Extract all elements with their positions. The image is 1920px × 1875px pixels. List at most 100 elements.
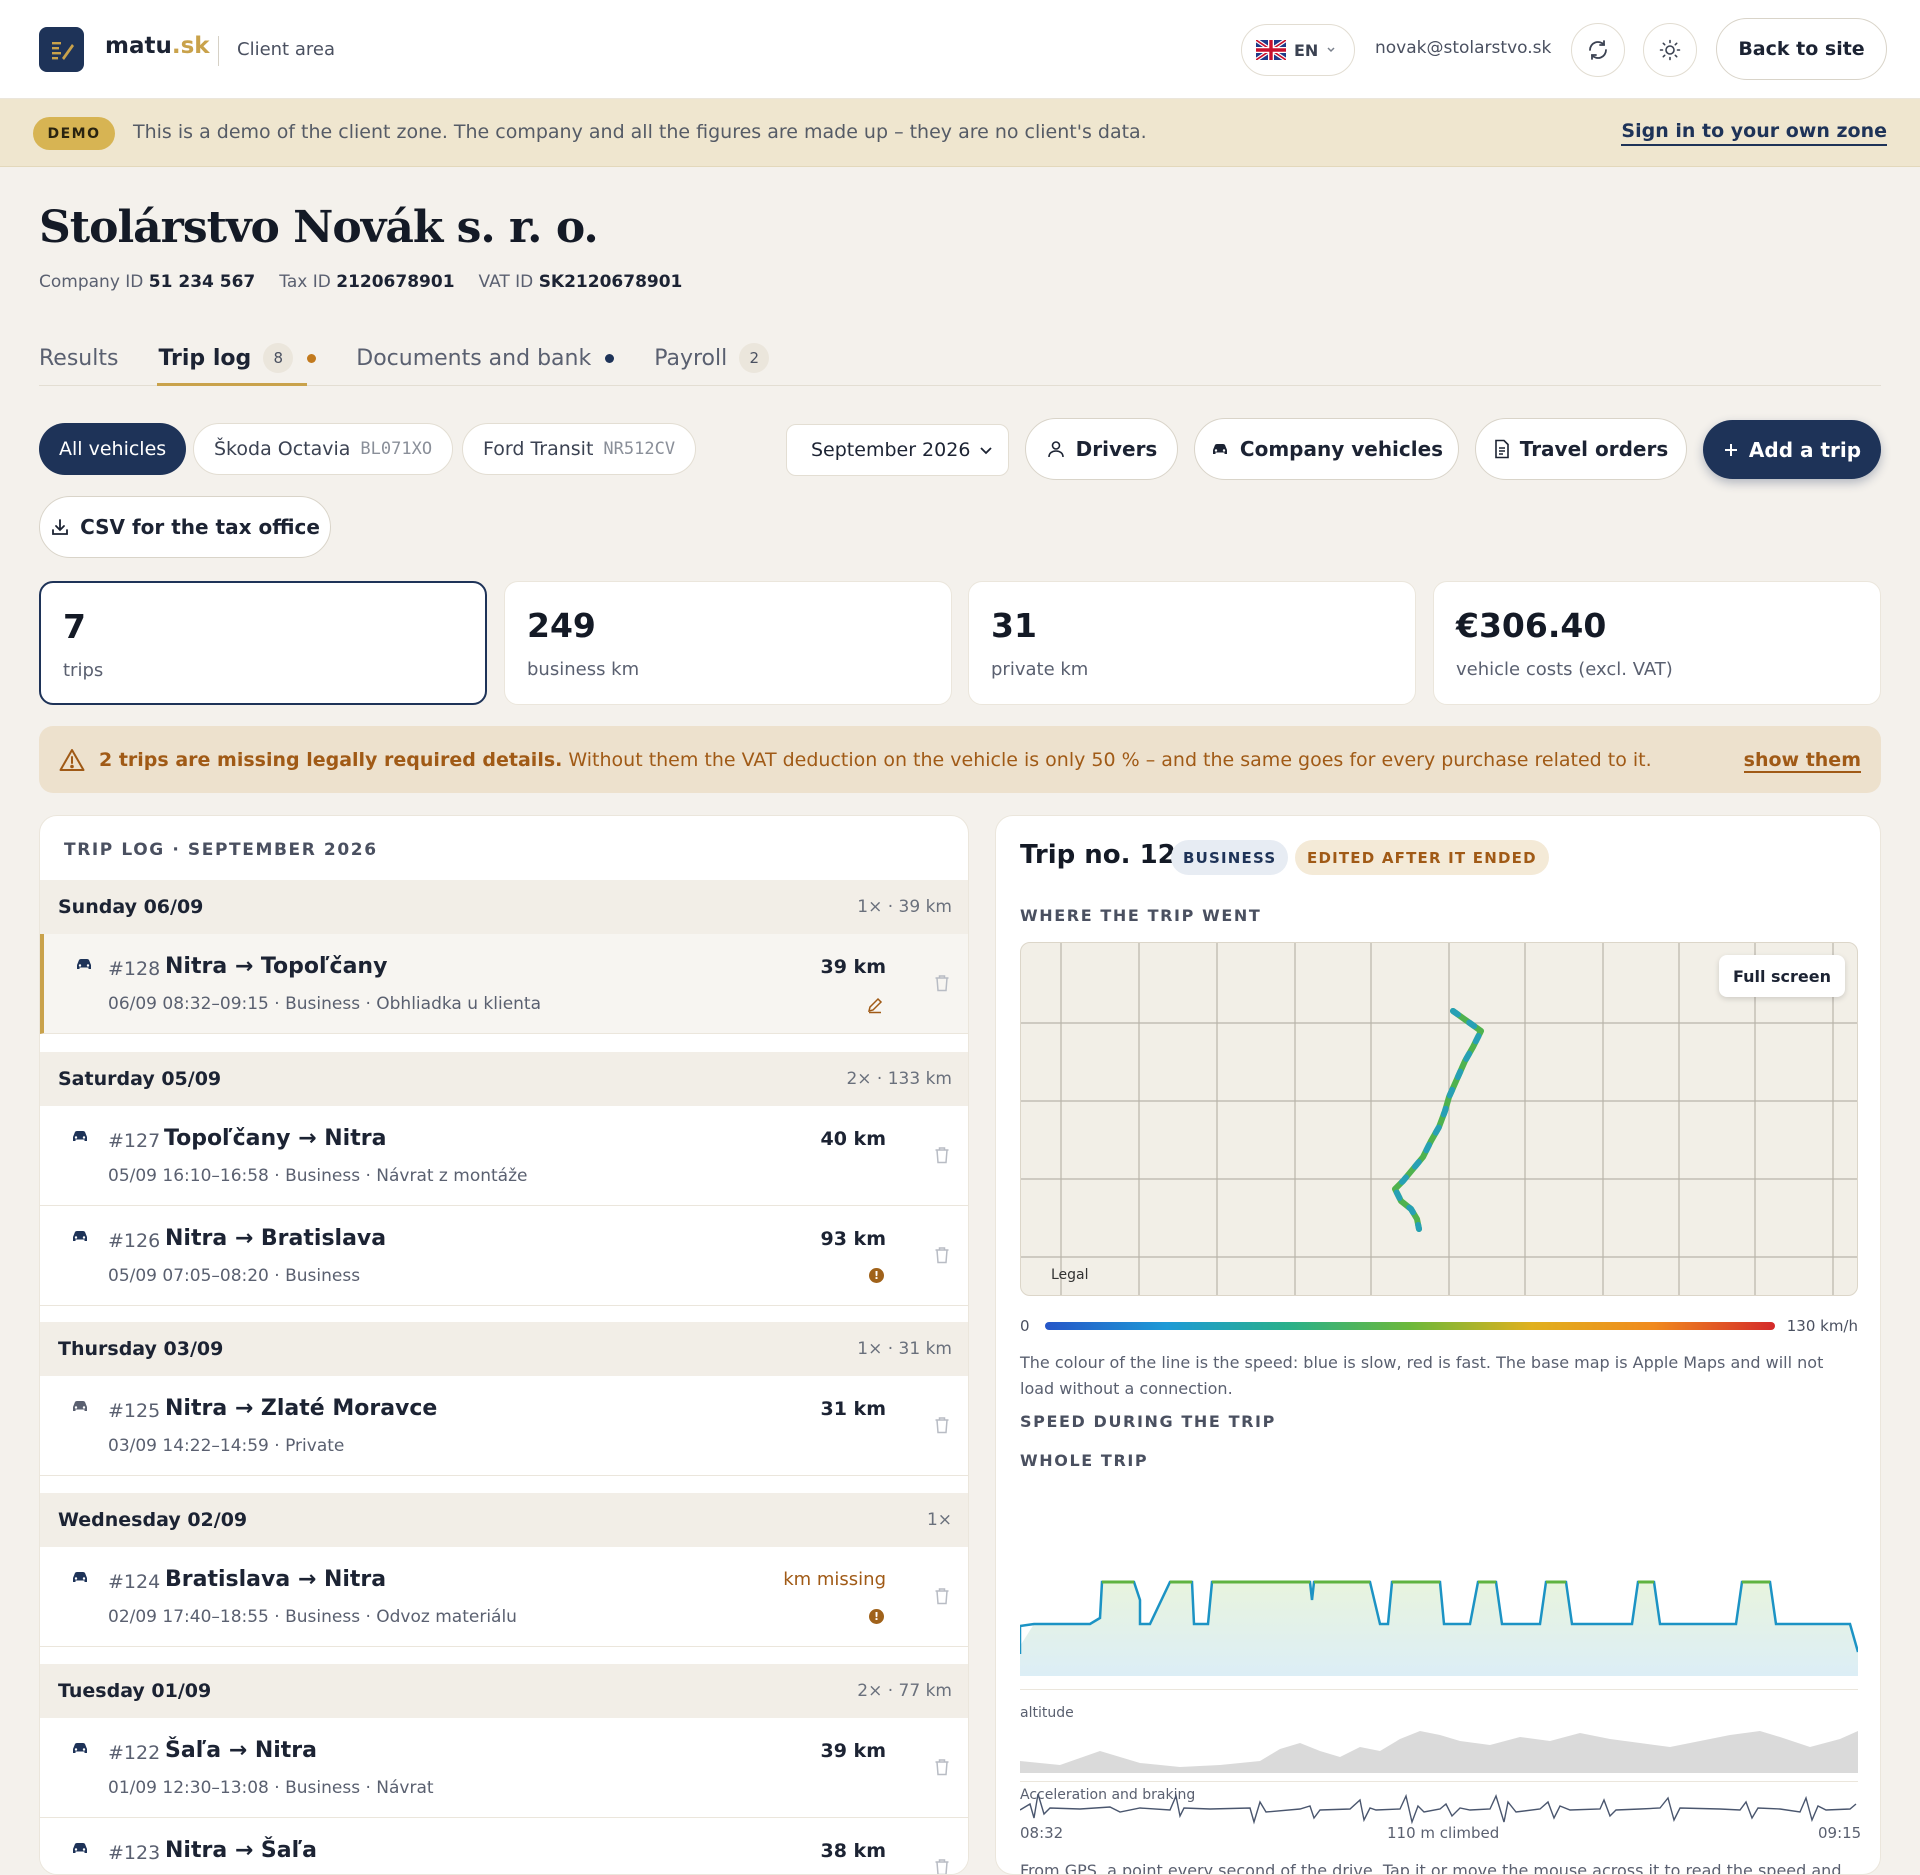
travel-orders-button[interactable]: Travel orders — [1475, 418, 1687, 480]
trash-icon[interactable] — [934, 974, 950, 992]
trip-row[interactable]: #124 Bratislava → Nitra 02/09 17:40–18:5… — [40, 1547, 968, 1647]
back-to-site-button[interactable]: Back to site — [1716, 18, 1887, 80]
trip-row[interactable]: #125 Nitra → Zlaté Moravce 03/09 14:22–1… — [40, 1376, 968, 1476]
trash-icon[interactable] — [934, 1146, 950, 1164]
vat-id-label: VAT ID — [478, 272, 534, 292]
trash-icon[interactable] — [934, 1587, 950, 1605]
full-screen-button[interactable]: Full screen — [1718, 955, 1845, 997]
trip-route: Nitra → Šaľa — [165, 1838, 318, 1863]
trip-meta: 01/09 12:30–13:08 · Business · Návrat — [108, 1778, 434, 1798]
day-header: Thursday 03/09 1× · 31 km — [40, 1322, 968, 1376]
drivers-button[interactable]: Drivers — [1025, 418, 1178, 480]
speed-min: 0 — [1020, 1317, 1030, 1335]
sun-icon — [1659, 39, 1681, 61]
edited-pencil-icon — [867, 997, 883, 1014]
stat-label: vehicle costs (excl. VAT) — [1456, 659, 1673, 680]
language-code: EN — [1294, 40, 1319, 60]
speed-section-title: SPEED DURING THE TRIP — [1020, 1412, 1276, 1431]
stat-card-business-km[interactable]: 249 business km — [504, 581, 952, 705]
time-start: 08:32 — [1020, 1824, 1064, 1842]
tab-results[interactable]: Results — [39, 333, 118, 383]
tab-trip-log[interactable]: Trip log 8 — [158, 333, 317, 383]
stat-card-private-km[interactable]: 31 private km — [968, 581, 1416, 705]
stat-value: 31 — [991, 606, 1037, 645]
trip-row[interactable]: #128 Nitra → Topoľčany 06/09 08:32–09:15… — [40, 934, 968, 1034]
download-icon — [52, 519, 68, 535]
tax-id-value: 2120678901 — [336, 272, 455, 292]
tabs-divider — [39, 385, 1881, 386]
brand-name[interactable]: matu.sk — [105, 33, 210, 59]
trash-icon[interactable] — [934, 1246, 950, 1264]
trash-icon[interactable] — [934, 1416, 950, 1434]
tab-documents-and-bank[interactable]: Documents and bank — [356, 333, 615, 383]
time-end: 09:15 — [1818, 1824, 1862, 1842]
day-header: Wednesday 02/09 1× — [40, 1493, 968, 1547]
vat-id-value: SK2120678901 — [538, 272, 683, 292]
trip-row[interactable]: #127 Topoľčany → Nitra 05/09 16:10–16:58… — [40, 1106, 968, 1206]
plus-icon — [1724, 443, 1737, 456]
filter-vehicle-skoda[interactable]: Škoda Octavia BL071XO — [193, 423, 454, 475]
stat-card-vehicle-costs[interactable]: €306.40 vehicle costs (excl. VAT) — [1433, 581, 1881, 705]
license-plate: BL071XO — [360, 439, 433, 459]
trip-row[interactable]: #126 Nitra → Bratislava 05/09 07:05–08:2… — [40, 1206, 968, 1306]
demo-text: This is a demo of the client zone. The c… — [133, 121, 1147, 143]
day-header: Saturday 05/09 2× · 133 km — [40, 1052, 968, 1106]
show-them-link[interactable]: show them — [1743, 749, 1861, 773]
stat-card-trips[interactable]: 7 trips — [39, 581, 487, 705]
company-id-label: Company ID — [39, 272, 144, 292]
filter-all-vehicles[interactable]: All vehicles — [39, 423, 187, 475]
map-legal-link[interactable]: Legal — [1051, 1267, 1089, 1283]
day-header: Sunday 06/09 1× · 39 km — [40, 880, 968, 934]
add-trip-button[interactable]: Add a trip — [1703, 420, 1881, 479]
trip-meta: 05/09 07:05–08:20 · Business — [108, 1266, 361, 1286]
trash-icon[interactable] — [934, 1758, 950, 1776]
trip-route: Topoľčany → Nitra — [164, 1126, 387, 1151]
car-icon — [73, 1843, 87, 1853]
trip-km-missing: km missing — [783, 1569, 886, 1590]
missing-info-icon: ! — [869, 1609, 884, 1624]
business-badge: BUSINESS — [1171, 840, 1289, 875]
trip-row[interactable]: #123 Nitra → Šaľa 38 km — [40, 1818, 968, 1875]
chart-divider — [1020, 1689, 1858, 1690]
whole-trip-label[interactable]: WHOLE TRIP — [1020, 1451, 1148, 1470]
trash-icon[interactable] — [934, 1858, 950, 1875]
trip-km: 93 km — [820, 1228, 887, 1250]
trip-meta: 06/09 08:32–09:15 · Business · Obhliadka… — [108, 994, 542, 1014]
month-select[interactable]: September 2026 — [786, 424, 1009, 476]
language-selector[interactable]: EN — [1241, 24, 1355, 76]
company-vehicles-button[interactable]: Company vehicles — [1194, 418, 1459, 480]
chevron-down-icon — [980, 447, 992, 455]
trip-route: Šaľa → Nitra — [165, 1738, 318, 1763]
notification-dot — [605, 353, 615, 363]
logo-icon[interactable] — [39, 27, 84, 72]
car-icon — [73, 1572, 87, 1582]
trip-number: #122 — [108, 1742, 161, 1764]
warning-bold: 2 trips are missing legally required det… — [99, 748, 563, 771]
tab-payroll[interactable]: Payroll 2 — [654, 333, 770, 383]
trip-route: Nitra → Topoľčany — [165, 954, 388, 979]
trip-number: #128 — [108, 958, 161, 980]
trip-km: 39 km — [820, 1740, 887, 1762]
trip-map[interactable]: Full screen Legal — [1020, 942, 1858, 1296]
refresh-icon — [1589, 40, 1607, 60]
user-email: novak@stolarstvo.sk — [1375, 38, 1552, 58]
trip-row[interactable]: #122 Šaľa → Nitra 01/09 12:30–13:08 · Bu… — [40, 1718, 968, 1818]
trip-km: 39 km — [820, 956, 887, 978]
theme-toggle-button[interactable] — [1643, 23, 1697, 77]
gps-note: From GPS, a point every second of the dr… — [1020, 1861, 1842, 1875]
speed-chart[interactable] — [1020, 1556, 1858, 1676]
trip-meta: 02/09 17:40–18:55 · Business · Odvoz mat… — [108, 1607, 517, 1627]
sign-in-link[interactable]: Sign in to your own zone — [1621, 120, 1887, 146]
refresh-button[interactable] — [1571, 23, 1625, 77]
csv-export-button[interactable]: CSV for the tax office — [39, 496, 331, 558]
altitude-chart[interactable] — [1020, 1721, 1858, 1773]
tab-count-badge: 2 — [739, 343, 770, 373]
speed-max: 130 km/h — [1786, 1317, 1858, 1335]
stat-label: business km — [527, 659, 640, 680]
filter-vehicle-ford[interactable]: Ford Transit NR512CV — [462, 423, 697, 475]
car-icon — [73, 1231, 87, 1241]
trip-route: Nitra → Bratislava — [165, 1226, 387, 1251]
document-icon — [1494, 439, 1509, 459]
warning-text: Without them the VAT deduction on the ve… — [562, 748, 1652, 771]
trip-number: #126 — [108, 1230, 161, 1252]
